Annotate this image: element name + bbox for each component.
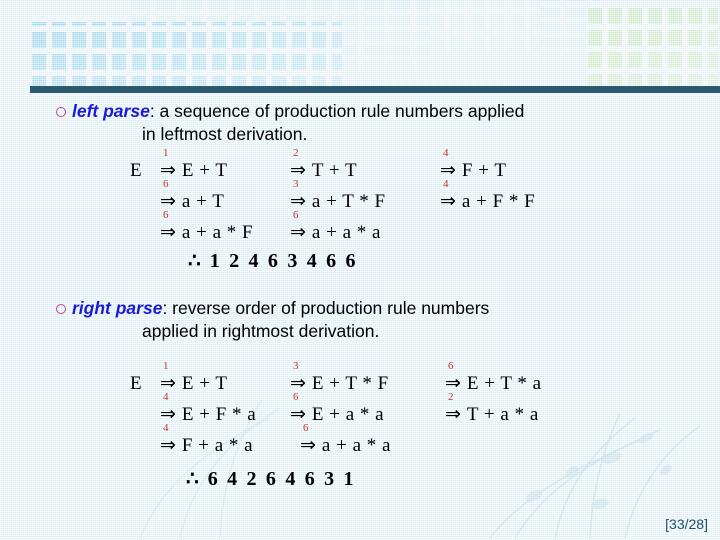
rule-number: 1 <box>163 147 169 159</box>
therefore-icon: ∴ <box>186 468 199 490</box>
derives-arrow-icon: ⇒ <box>445 404 461 425</box>
derives-arrow-icon: ⇒ <box>440 191 456 212</box>
left-parse-start-symbol: E <box>130 160 142 181</box>
slide-content: left parse: a sequence of production rul… <box>0 0 720 540</box>
bullet-marker-icon <box>56 297 72 319</box>
start-symbol-cell: E <box>130 373 160 394</box>
rule-number: 2 <box>448 391 454 403</box>
right-parse-start-symbol: E <box>130 373 142 394</box>
derivation-step: 4 ⇒ F + a * a <box>160 423 300 457</box>
derives-arrow-icon: ⇒ <box>300 435 316 456</box>
right-parse-definition: : reverse order of production rule numbe… <box>162 298 490 318</box>
page-number: [33/28] <box>665 516 708 532</box>
rule-number: 1 <box>163 360 169 372</box>
derivation-step: 6 ⇒ E + T * a <box>445 361 542 395</box>
rule-number: 4 <box>443 178 449 190</box>
right-parse-definition-cont: applied in rightmost derivation. <box>142 321 380 341</box>
derivation-step: 1 ⇒ E + T <box>160 148 290 182</box>
slide-canvas: left parse: a sequence of production rul… <box>0 0 720 540</box>
sentential-form: a + T * F <box>311 191 386 212</box>
derivation-step: 3 ⇒ E + T * F <box>290 361 445 395</box>
derives-arrow-icon: ⇒ <box>290 222 306 243</box>
sentential-form: E + a * a <box>311 404 385 425</box>
rule-number: 3 <box>293 178 299 190</box>
right-parse-sequence: 6 4 2 6 4 6 3 1 <box>207 468 356 490</box>
rule-number: 4 <box>163 422 169 434</box>
right-parse-definition-line: right parse: reverse order of production… <box>72 297 489 320</box>
sentential-form: E + F * a <box>181 404 257 425</box>
sentential-form: a + a * F <box>181 222 254 243</box>
start-symbol-cell: E <box>130 160 160 181</box>
left-parse-definition: : a sequence of production rule numbers … <box>149 101 525 121</box>
derivation-row: 4 ⇒ E + F * a 6 ⇒ E + a * a 2 ⇒ T + a * … <box>130 392 542 426</box>
derives-arrow-icon: ⇒ <box>160 222 176 243</box>
right-parse-conclusion: ∴ 6 4 2 6 4 6 3 1 <box>186 466 356 491</box>
derivation-step: 6 ⇒ a + T <box>160 179 290 213</box>
sentential-form: E + T * F <box>311 373 389 394</box>
section-left-parse-heading: left parse: a sequence of production rul… <box>56 100 524 146</box>
rule-number: 6 <box>293 209 299 221</box>
derivation-step: 4 ⇒ E + F * a <box>160 392 290 426</box>
sentential-form: F + T <box>461 160 507 181</box>
rule-number: 6 <box>303 422 309 434</box>
left-parse-definition-line: left parse: a sequence of production rul… <box>72 100 524 123</box>
rule-number: 6 <box>293 391 299 403</box>
sentential-form: E + T <box>181 373 228 394</box>
sentential-form: a + a * a <box>321 435 391 456</box>
left-parse-definition-cont: in leftmost derivation. <box>142 124 308 144</box>
derivation-step: 6 ⇒ E + a * a <box>290 392 445 426</box>
rule-number: 6 <box>163 209 169 221</box>
bullet-marker-icon <box>56 100 72 122</box>
rule-number: 6 <box>163 178 169 190</box>
rule-number: 4 <box>443 147 449 159</box>
derivation-step: 2 ⇒ T + T <box>290 148 440 182</box>
derivation-row: 6 ⇒ a + a * F 6 ⇒ a + a * a <box>130 210 535 244</box>
left-parse-sequence: 1 2 4 6 3 4 6 6 <box>209 250 358 272</box>
sentential-form: T + T <box>311 160 358 181</box>
derivation-step: 1 ⇒ E + T <box>160 361 290 395</box>
right-parse-derivation: E 1 ⇒ E + T 3 ⇒ E + T * F 6 ⇒ E + T * a … <box>130 361 542 457</box>
sentential-form: F + a * a <box>181 435 254 456</box>
sentential-form: E + T * a <box>466 373 542 394</box>
therefore-icon: ∴ <box>188 250 201 272</box>
derivation-step: 6 ⇒ a + a * a <box>300 423 391 457</box>
derivation-step: 3 ⇒ a + T * F <box>290 179 440 213</box>
derives-arrow-icon: ⇒ <box>160 435 176 456</box>
rule-number: 4 <box>163 391 169 403</box>
sentential-form: E + T <box>181 160 228 181</box>
derivation-step: 6 ⇒ a + a * a <box>290 210 381 244</box>
derivation-step: 6 ⇒ a + a * F <box>160 210 290 244</box>
sentential-form: a + a * a <box>311 222 381 243</box>
derivation-step: 2 ⇒ T + a * a <box>445 392 539 426</box>
left-parse-conclusion: ∴ 1 2 4 6 3 4 6 6 <box>188 248 358 273</box>
derivation-step: 4 ⇒ F + T <box>440 148 507 182</box>
derivation-row: E 1 ⇒ E + T 2 ⇒ T + T 4 ⇒ F + T <box>130 148 535 182</box>
rule-number: 6 <box>448 360 454 372</box>
derivation-row: 4 ⇒ F + a * a 6 ⇒ a + a * a <box>130 423 542 457</box>
left-parse-derivation: E 1 ⇒ E + T 2 ⇒ T + T 4 ⇒ F + T 6 ⇒ a + … <box>130 148 536 244</box>
derivation-row: E 1 ⇒ E + T 3 ⇒ E + T * F 6 ⇒ E + T * a <box>130 361 542 395</box>
section-right-parse-heading: right parse: reverse order of production… <box>56 297 489 343</box>
sentential-form: T + a * a <box>466 404 539 425</box>
sentential-form: a + F * F <box>461 191 536 212</box>
left-parse-term: left parse <box>72 101 150 121</box>
right-parse-term: right parse <box>72 298 163 318</box>
rule-number: 3 <box>293 360 299 372</box>
derivation-step: 4 ⇒ a + F * F <box>440 179 536 213</box>
derivation-row: 6 ⇒ a + T 3 ⇒ a + T * F 4 ⇒ a + F * F <box>130 179 536 213</box>
sentential-form: a + T <box>181 191 225 212</box>
rule-number: 2 <box>293 147 299 159</box>
